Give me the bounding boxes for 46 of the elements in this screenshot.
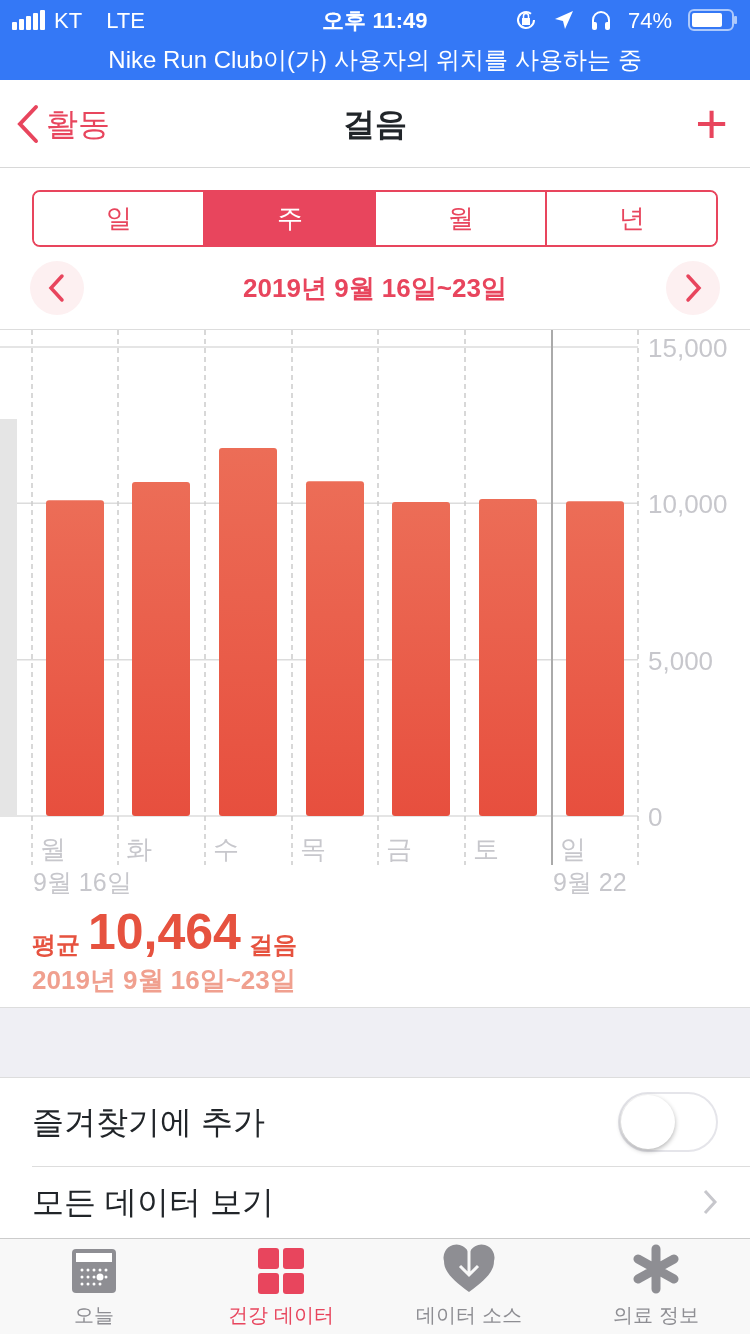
grid-icon bbox=[258, 1248, 305, 1294]
tab-bar-item[interactable]: 의료 정보 bbox=[562, 1239, 750, 1334]
average-label: 평균 bbox=[32, 933, 80, 957]
day-label: 월 bbox=[40, 834, 66, 864]
tab-bar-item[interactable]: 데이터 소스 bbox=[375, 1239, 563, 1334]
signal-icon bbox=[12, 10, 46, 30]
axis-tick-label: 15,000 bbox=[648, 333, 728, 363]
list-item-label: 모든 데이터 보기 bbox=[32, 1182, 274, 1222]
network-text: LTE bbox=[106, 6, 145, 35]
chevron-left-icon bbox=[47, 273, 67, 303]
chevron-right-icon bbox=[683, 273, 703, 303]
day-label: 토 bbox=[473, 834, 499, 864]
axis-tick-label: 5,000 bbox=[648, 645, 714, 676]
segment-tab[interactable]: 주 bbox=[203, 192, 374, 245]
back-chevron-icon bbox=[16, 103, 40, 144]
back-button[interactable]: 활동 bbox=[16, 99, 110, 148]
average-date-range: 2019년 9월 16일~23일 bbox=[32, 964, 297, 997]
start-date-label: 9월 16일 bbox=[33, 868, 132, 896]
tab-bar-item[interactable]: 건강 데이터 bbox=[187, 1239, 375, 1334]
location-icon bbox=[553, 10, 574, 30]
page-title: 걸음 bbox=[343, 104, 407, 144]
day-label: 수 bbox=[213, 834, 239, 864]
add-button[interactable]: + bbox=[689, 95, 734, 152]
date-range: 2019년 9월 16일~23일 bbox=[243, 271, 507, 305]
list-item-label: 즐겨찾기에 추가 bbox=[32, 1103, 265, 1142]
asterisk-icon bbox=[632, 1244, 681, 1294]
axis-tick-label: 10,000 bbox=[648, 489, 728, 520]
favorite-toggle[interactable] bbox=[618, 1092, 718, 1152]
day-label: 일 bbox=[560, 834, 586, 864]
unit-label: 걸음 bbox=[248, 933, 297, 957]
battery-icon bbox=[688, 9, 738, 31]
status-time: 오후 11:49 bbox=[322, 6, 428, 35]
carrier-text: KT bbox=[54, 6, 83, 35]
day-label: 목 bbox=[300, 834, 326, 864]
day-label: 금 bbox=[386, 834, 412, 864]
segment-tab[interactable]: 년 bbox=[545, 192, 716, 245]
day-label: 화 bbox=[126, 834, 152, 864]
axis-tick-label: 0 bbox=[648, 802, 663, 832]
location-banner[interactable]: Nike Run Club이(가) 사용자의 위치를 사용하는 중 bbox=[0, 40, 750, 80]
calendar-icon bbox=[70, 1248, 117, 1294]
average-value: 10,464 bbox=[88, 907, 241, 957]
tab-bar-item[interactable]: 오늘 bbox=[0, 1239, 188, 1334]
heart-download-icon bbox=[442, 1244, 495, 1294]
end-date-label: 9월 22 bbox=[553, 868, 627, 896]
headphones-icon bbox=[589, 9, 612, 31]
battery-percent: 74% bbox=[627, 6, 672, 35]
